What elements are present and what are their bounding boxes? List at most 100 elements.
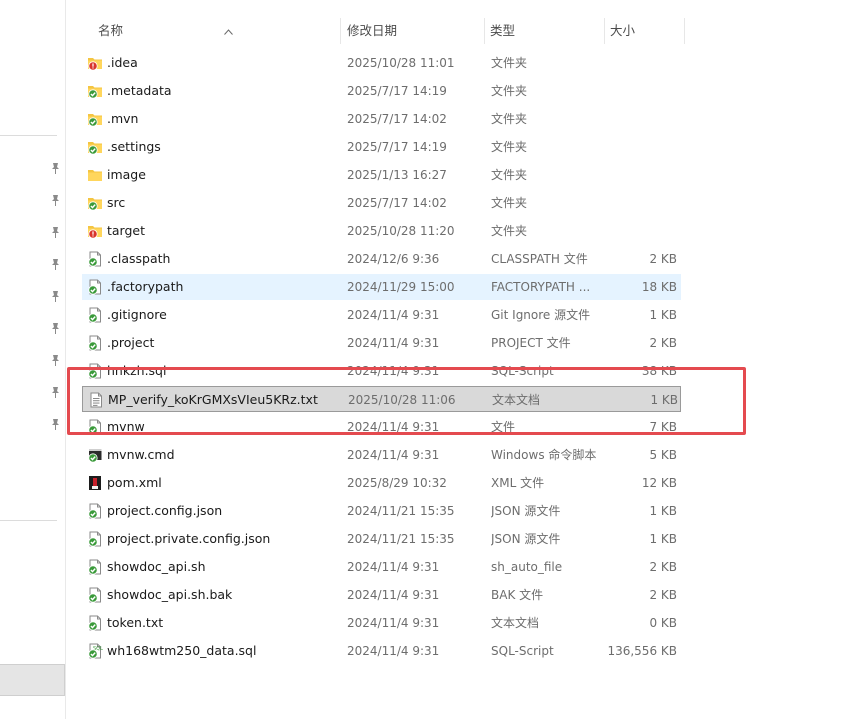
file-name: .factorypath <box>107 279 184 294</box>
pin-icon[interactable] <box>50 290 62 304</box>
pin-icon[interactable] <box>50 194 62 208</box>
file-date: 2025/10/28 11:01 <box>347 56 455 70</box>
file-row[interactable]: .factorypath 2024/11/29 15:00 FACTORYPATH … <box>82 274 681 300</box>
file-date: 2024/12/6 9:36 <box>347 252 440 266</box>
file-type: CLASSPATH 文件 <box>491 252 588 266</box>
pin-icon[interactable] <box>50 226 62 240</box>
cmd-file-check-icon <box>87 447 103 463</box>
file-check-icon <box>87 615 103 631</box>
file-date: 2024/11/21 15:35 <box>347 532 455 546</box>
file-name: .idea <box>107 55 138 70</box>
file-name: project.config.json <box>107 503 223 518</box>
navigation-pane <box>0 0 66 719</box>
file-size <box>601 190 677 216</box>
folder-error-icon <box>87 223 103 239</box>
file-row[interactable]: SQL wh168wtm250_data.sql 2024/11/4 9:31 SQL… <box>82 638 681 664</box>
file-size: 1 KB <box>649 504 677 518</box>
file-type: 文本文档 <box>491 616 540 630</box>
file-row[interactable]: project.config.json 2024/11/21 15:35 JSON … <box>82 498 681 524</box>
file-size: 2 KB <box>649 336 677 350</box>
file-name: showdoc_api.sh.bak <box>107 587 233 602</box>
file-row[interactable]: showdoc_api.sh.bak 2024/11/4 9:31 BAK 文件 2 … <box>82 582 681 608</box>
column-date-header[interactable]: 修改日期 <box>347 18 397 44</box>
file-size: 136,556 KB <box>607 644 677 658</box>
file-type: SQL-Script <box>491 644 554 658</box>
column-divider[interactable] <box>340 18 341 44</box>
file-name: project.private.config.json <box>107 531 271 546</box>
file-row[interactable]: .classpath 2024/12/6 9:36 CLASSPATH 文件 2 KB <box>82 246 681 272</box>
nav-item-selected[interactable] <box>0 664 65 696</box>
nav-divider <box>0 135 57 136</box>
folder-check-icon <box>87 83 103 99</box>
file-date: 2024/11/4 9:31 <box>347 644 440 658</box>
file-date: 2024/11/21 15:35 <box>347 504 455 518</box>
pin-icon[interactable] <box>50 322 62 336</box>
file-row[interactable]: image 2025/1/13 16:27 文件夹 <box>82 162 681 188</box>
file-row[interactable]: .project 2024/11/4 9:31 PROJECT 文件 2 KB <box>82 330 681 356</box>
file-type: Windows 命令脚本 <box>491 448 597 462</box>
file-row[interactable]: project.private.config.json 2024/11/21 15… <box>82 526 681 552</box>
column-name-header[interactable]: 名称 <box>98 18 123 44</box>
pin-icon[interactable] <box>50 162 62 176</box>
file-row[interactable]: .metadata 2025/7/17 14:19 文件夹 <box>82 78 681 104</box>
file-size: 5 KB <box>649 448 677 462</box>
file-type: JSON 源文件 <box>491 504 561 518</box>
file-name: showdoc_api.sh <box>107 559 206 574</box>
column-header: 名称 修改日期 类型 大小 <box>80 18 686 44</box>
file-check-icon <box>87 307 103 323</box>
file-size <box>601 50 677 76</box>
column-type-header[interactable]: 类型 <box>490 18 515 44</box>
file-name: .mvn <box>107 111 139 126</box>
file-row[interactable]: .idea 2025/10/28 11:01 文件夹 <box>82 50 681 76</box>
file-row[interactable]: token.txt 2024/11/4 9:31 文本文档 0 KB <box>82 610 681 636</box>
pin-icon[interactable] <box>50 418 62 432</box>
file-type: 文件夹 <box>491 224 528 238</box>
file-row[interactable]: .settings 2025/7/17 14:19 文件夹 <box>82 134 681 160</box>
file-date: 2024/11/4 9:31 <box>347 588 440 602</box>
file-date: 2024/11/4 9:31 <box>347 336 440 350</box>
file-date: 2024/11/4 9:31 <box>347 308 440 322</box>
column-divider[interactable] <box>484 18 485 44</box>
pin-icon[interactable] <box>50 258 62 272</box>
sql-file-check-icon: SQL <box>87 643 103 659</box>
column-divider[interactable] <box>604 18 605 44</box>
file-size <box>601 134 677 160</box>
file-row[interactable]: pom.xml 2025/8/29 10:32 XML 文件 12 KB <box>82 470 681 496</box>
column-size-header[interactable]: 大小 <box>610 18 635 44</box>
pin-icon[interactable] <box>50 386 62 400</box>
file-name: mvnw.cmd <box>107 447 175 462</box>
file-type: 文件夹 <box>491 140 528 154</box>
file-size: 0 KB <box>649 616 677 630</box>
file-size: 18 KB <box>641 280 677 294</box>
folder-check-icon <box>87 195 103 211</box>
file-name: image <box>107 167 146 182</box>
file-list: 名称 修改日期 类型 大小 .idea 2025/10/28 11:01 文件夹 .m… <box>66 0 866 719</box>
file-name: .project <box>107 335 155 350</box>
folder-check-icon <box>87 139 103 155</box>
file-type: JSON 源文件 <box>491 532 561 546</box>
file-row[interactable]: target 2025/10/28 11:20 文件夹 <box>82 218 681 244</box>
file-type: XML 文件 <box>491 476 545 490</box>
file-size: 1 KB <box>649 532 677 546</box>
file-name: .gitignore <box>107 307 167 322</box>
file-check-icon <box>87 335 103 351</box>
file-type: BAK 文件 <box>491 588 544 602</box>
file-date: 2025/8/29 10:32 <box>347 476 447 490</box>
file-row[interactable]: showdoc_api.sh 2024/11/4 9:31 sh_auto_file… <box>82 554 681 580</box>
xml-file-icon <box>87 475 103 491</box>
file-name: target <box>107 223 146 238</box>
file-size: 12 KB <box>641 476 677 490</box>
file-row[interactable]: mvnw.cmd 2024/11/4 9:31 Windows 命令脚本 5 KB <box>82 442 681 468</box>
file-type: PROJECT 文件 <box>491 336 571 350</box>
file-row[interactable]: .gitignore 2024/11/4 9:31 Git Ignore 源文件 1 … <box>82 302 681 328</box>
file-check-icon <box>87 531 103 547</box>
file-size <box>601 162 677 188</box>
file-type: 文件夹 <box>491 196 528 210</box>
file-date: 2024/11/4 9:31 <box>347 560 440 574</box>
column-divider[interactable] <box>684 18 685 44</box>
pin-icon[interactable] <box>50 354 62 368</box>
file-row[interactable]: src 2025/7/17 14:02 文件夹 <box>82 190 681 216</box>
file-row[interactable]: .mvn 2025/7/17 14:02 文件夹 <box>82 106 681 132</box>
file-size <box>601 218 677 244</box>
file-type: sh_auto_file <box>491 560 563 574</box>
